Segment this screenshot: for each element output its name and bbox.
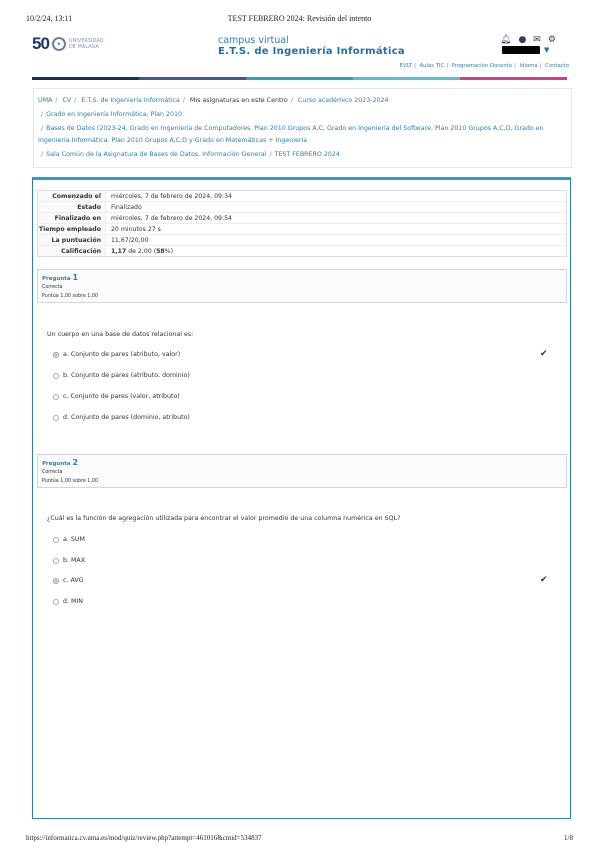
print-page-number: 1/8 <box>564 834 573 842</box>
answer-option[interactable]: a. SUM <box>53 536 85 543</box>
question-number: Pregunta 2 <box>42 458 562 467</box>
crumb-ets[interactable]: E.T.S. de Ingeniería Informática <box>81 97 179 104</box>
answer-option[interactable]: c. Conjunto de pares (valor, atributo) <box>53 393 180 400</box>
question-text-1: Un cuerpo en una base de datos relaciona… <box>47 331 194 338</box>
summary-row: Calificación 1,17 de 2,00 (58%) <box>38 246 566 256</box>
crumb-sala[interactable]: Sala Común de la Asignatura de Bases de … <box>46 151 266 158</box>
anniversary-logo: 50 <box>32 34 50 53</box>
campus-virtual-label: campus virtual <box>218 35 289 46</box>
print-url: https://informatica.cv.uma.es/mod/quiz/r… <box>26 834 262 842</box>
radio-icon[interactable] <box>53 536 59 543</box>
answer-option[interactable]: b. Conjunto de pares (atributo, dominio) <box>53 372 190 379</box>
school-name: E.T.S. de Ingeniería Informática <box>218 46 405 57</box>
question-status: Correcta <box>42 470 63 475</box>
answer-label: a. SUM <box>63 536 85 543</box>
summary-value: 11,67/20,00 <box>111 236 149 244</box>
grade-max: de 2,00 ( <box>126 247 157 255</box>
grade-end: %) <box>164 247 174 255</box>
crumb-grado[interactable]: Grado en Ingeniería Informática. Plan 20… <box>46 111 182 118</box>
answer-option[interactable]: d. MIN <box>53 598 83 605</box>
question-num: 2 <box>72 458 79 467</box>
summary-row: Tiempo empleado 20 minutos 27 s <box>38 224 566 235</box>
radio-selected-icon[interactable] <box>53 577 59 584</box>
summary-value: 1,17 de 2,00 (58%) <box>106 246 178 256</box>
summary-value: 20 minutos 27 s <box>111 225 161 233</box>
crumb-bases-datos[interactable]: Bases de Datos (2023-24, Grado en Ingeni… <box>38 125 544 144</box>
summary-value: miércoles, 7 de febrero de 2024, 09:54 <box>111 214 232 222</box>
summary-row: Comenzado el miércoles, 7 de febrero de 2… <box>38 191 566 202</box>
link-idioma[interactable]: Idioma <box>520 63 538 69</box>
mail-icon[interactable]: ✉ <box>533 35 541 45</box>
bell-icon[interactable]: 🔔︎ <box>500 35 511 45</box>
chevron-down-icon[interactable]: ▼ <box>544 46 549 54</box>
question-label: Pregunta <box>42 276 71 282</box>
answer-option[interactable]: a. Conjunto de pares (atributo, valor) <box>53 351 180 358</box>
summary-row: Finalizado en miércoles, 7 de febrero de … <box>38 213 566 224</box>
summary-value: miércoles, 7 de febrero de 2024, 09:34 <box>111 192 232 200</box>
breadcrumb: UMA / CV / E.T.S. de Ingeniería Informátic… <box>33 88 572 168</box>
link-aulas-tic[interactable]: Aulas TIC <box>420 63 445 69</box>
summary-key: Estado <box>38 202 106 212</box>
chat-icon[interactable]: ● <box>518 35 526 45</box>
crumb-uma[interactable]: UMA <box>38 97 52 104</box>
radio-icon[interactable] <box>53 372 59 379</box>
university-name: UNIVERSIDAD DE MÁLAGA <box>68 38 104 50</box>
summary-row: La puntuación 11,67/20,00 <box>38 235 566 246</box>
summary-key: Comenzado el <box>38 191 106 201</box>
answer-label: d. MIN <box>63 598 84 605</box>
summary-value: Finalizado <box>111 203 142 211</box>
answer-label: b. MAX <box>63 557 86 564</box>
radio-icon[interactable] <box>53 557 59 564</box>
question-status: Correcta <box>42 285 63 290</box>
answer-label: c. AVG <box>63 577 84 584</box>
radio-selected-icon[interactable] <box>53 351 59 358</box>
logo[interactable]: 50 ✦ UNIVERSIDAD DE MÁLAGA <box>32 34 109 54</box>
grade-percent: 58 <box>156 247 165 255</box>
summary-key: La puntuación <box>38 235 106 245</box>
radio-icon[interactable] <box>53 393 59 400</box>
link-programacion[interactable]: Programación Docente <box>452 63 512 69</box>
crumb-curso[interactable]: Curso académico 2023-2024 <box>298 97 389 104</box>
attempt-summary-table: Comenzado el miércoles, 7 de febrero de 2… <box>37 190 567 257</box>
answer-option[interactable]: d. Conjunto de pares (dominio, atributo) <box>53 414 190 421</box>
top-links: EVLT | Aulas TIC | Programación Docente | I… <box>399 63 569 69</box>
question-text-2: ¿Cuál es la función de agregación utiliz… <box>47 515 401 522</box>
user-menu-icon[interactable]: ⚙ <box>548 35 556 45</box>
question-num: 1 <box>72 273 79 282</box>
university-seal-icon: ✦ <box>51 37 66 51</box>
color-strip <box>32 77 567 80</box>
crumb-test[interactable]: TEST FEBRERO 2024 <box>275 151 340 158</box>
summary-key: Calificación <box>38 246 106 256</box>
question-label: Pregunta <box>42 461 71 467</box>
crumb-mis-asignaturas[interactable]: Mis asignaturas en este Centro <box>190 97 288 104</box>
radio-icon[interactable] <box>53 414 59 421</box>
redacted-username[interactable] <box>502 46 540 54</box>
question-points: Puntúa 1,00 sobre 1,00 <box>42 479 98 484</box>
answer-label: b. Conjunto de pares (atributo, dominio) <box>63 372 190 379</box>
grade-value: 1,17 <box>111 247 127 255</box>
radio-icon[interactable] <box>53 598 59 605</box>
question-number: Pregunta 1 <box>42 273 562 282</box>
check-icon: ✔ <box>540 349 548 359</box>
answer-label: d. Conjunto de pares (dominio, atributo) <box>63 414 190 421</box>
check-icon: ✔ <box>540 575 548 585</box>
header-icons: 🔔︎ ● ✉ ⚙ <box>500 35 556 45</box>
question-info-2: Pregunta 2 Correcta Puntúa 1,00 sobre 1,… <box>37 454 567 488</box>
summary-key: Tiempo empleado <box>38 224 106 234</box>
print-title: TEST FEBRERO 2024: Revisión del intento <box>227 14 372 23</box>
question-points: Puntúa 1,00 sobre 1,00 <box>42 294 98 299</box>
answer-label: a. Conjunto de pares (atributo, valor) <box>63 351 181 358</box>
question-info-1: Pregunta 1 Correcta Puntúa 1,00 sobre 1,… <box>37 269 567 303</box>
answer-label: c. Conjunto de pares (valor, atributo) <box>63 393 180 400</box>
crumb-cv[interactable]: CV <box>63 97 72 104</box>
summary-row: Estado Finalizado <box>38 202 566 213</box>
summary-key: Finalizado en <box>38 213 106 223</box>
link-evlt[interactable]: EVLT <box>400 63 412 69</box>
campus-title[interactable]: campus virtual E.T.S. de Ingeniería Info… <box>218 35 405 57</box>
link-contacto[interactable]: Contacto <box>545 63 569 69</box>
answer-option[interactable]: c. AVG <box>53 577 84 584</box>
answer-option[interactable]: b. MAX <box>53 557 85 564</box>
